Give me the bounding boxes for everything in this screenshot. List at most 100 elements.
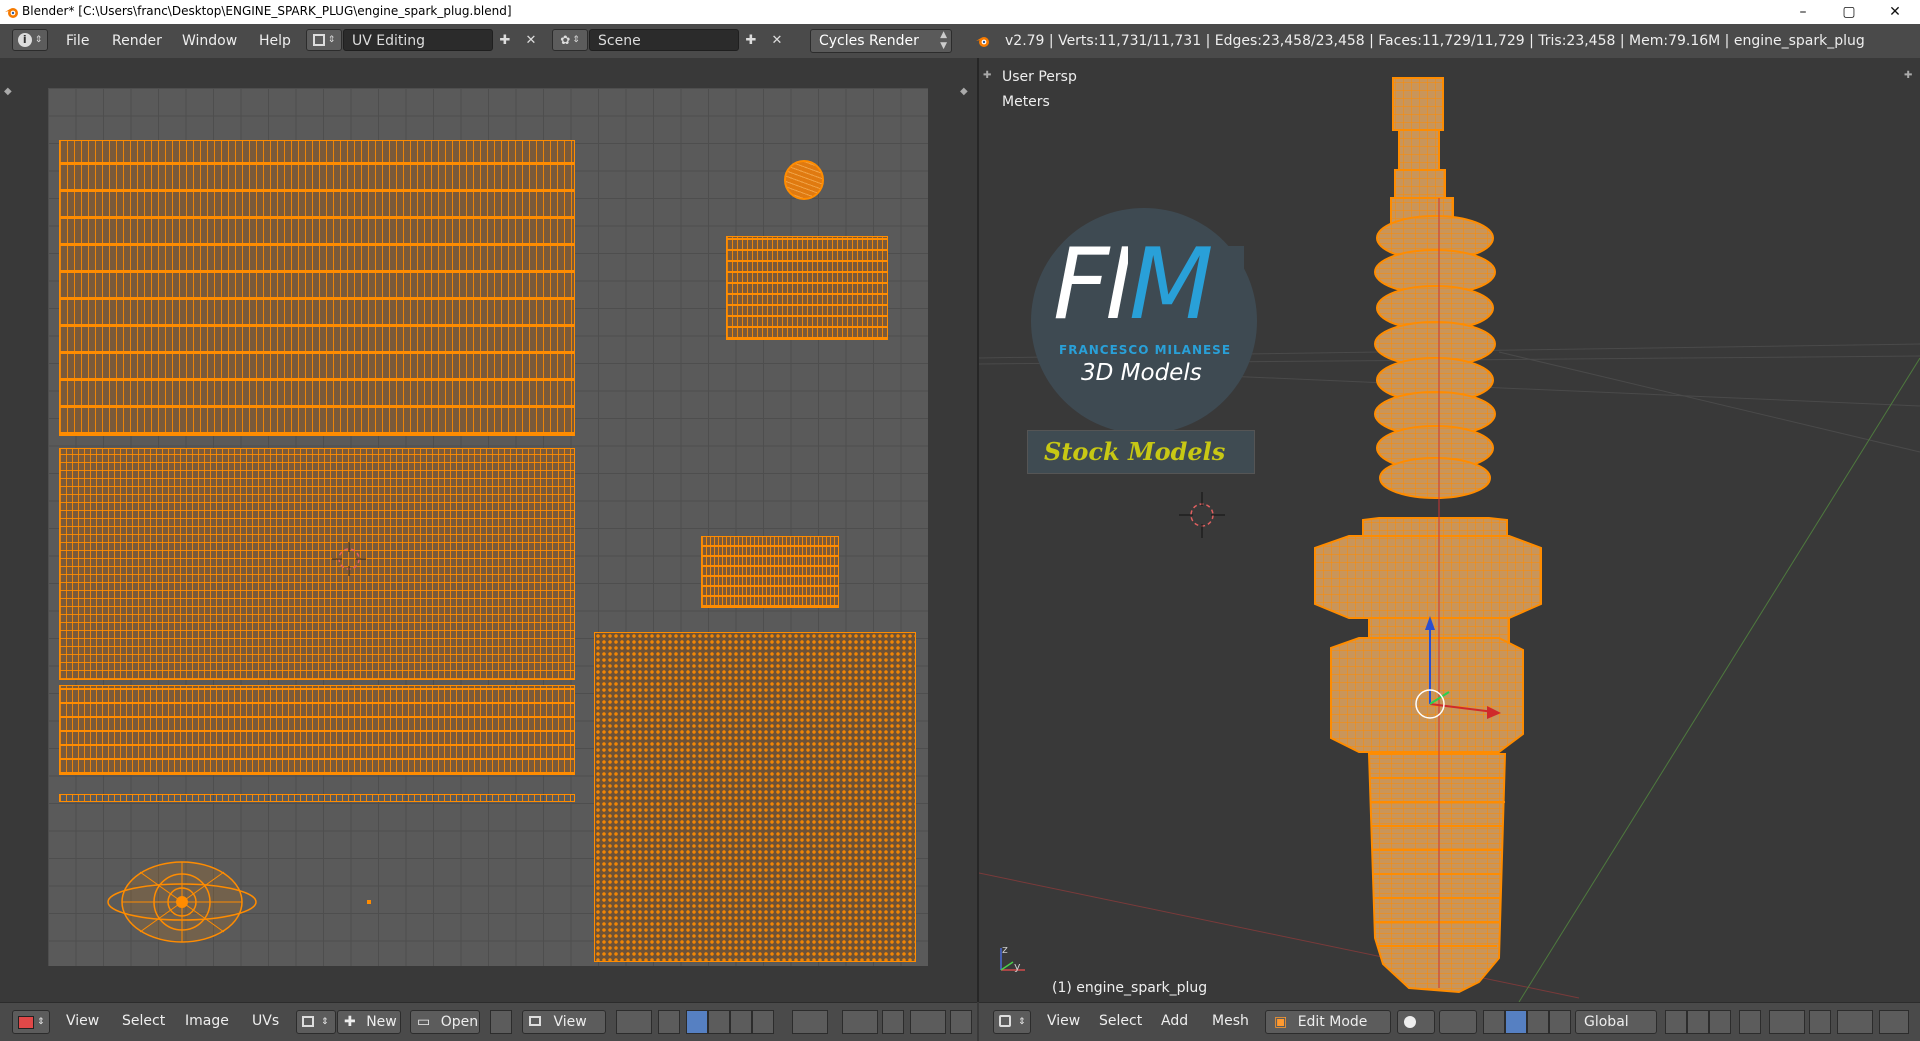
uv-island-strips (59, 140, 575, 436)
translate-manipulator-icon[interactable] (1505, 1010, 1527, 1034)
sticky-select-dropdown[interactable] (792, 1010, 828, 1034)
edge-select-icon[interactable] (708, 1010, 730, 1034)
solid-shading-icon (1404, 1016, 1416, 1028)
watermark-subtitle: 3D Models (1081, 360, 1202, 386)
menu-file[interactable]: File (66, 30, 89, 52)
uv-island-strips-lower (59, 685, 575, 775)
window-titlebar: Blender* [C:\Users\franc\Desktop\ENGINE_… (0, 0, 1920, 24)
active-object-label: (1) engine_spark_plug (1052, 980, 1208, 996)
editor-type-info-button[interactable]: i ⇕ (12, 29, 48, 51)
pivot-point-dropdown[interactable] (1439, 1010, 1477, 1034)
snap-toggle-icon[interactable] (1809, 1010, 1831, 1034)
blender-logo-icon (5, 8, 18, 18)
region-expand-icon[interactable]: ◆ (4, 86, 12, 97)
uv-island-sphere (784, 160, 824, 200)
3d-menu-select[interactable]: Select (1099, 1013, 1142, 1029)
occlude-geometry-icon[interactable] (1739, 1010, 1761, 1034)
uv-menu-view[interactable]: View (66, 1013, 99, 1029)
render-engine-dropdown[interactable]: Cycles Render ▲ ▼ (810, 29, 952, 53)
open-image-label: Open (440, 1014, 479, 1030)
new-image-label: New (366, 1014, 397, 1030)
mode-label: Edit Mode (1297, 1014, 1368, 1030)
layout-grid-icon (312, 34, 325, 46)
uv-grid-canvas[interactable] (48, 88, 928, 966)
scale-manipulator-icon[interactable] (1549, 1010, 1571, 1034)
3d-menu-mesh[interactable]: Mesh (1212, 1013, 1249, 1029)
face-select-mode-icon[interactable] (1709, 1010, 1731, 1034)
rotate-manipulator-icon[interactable] (1527, 1010, 1549, 1034)
edit-mode-icon: ▣ (1274, 1014, 1288, 1030)
view-mode-label: View (553, 1014, 587, 1030)
editor-type-button[interactable]: ⇕ (993, 1010, 1031, 1034)
uv-image-editor[interactable]: ◆ ◆ (0, 58, 977, 1002)
uv-island-bottom-right (594, 632, 916, 962)
scene-icon: ✿ (560, 33, 571, 47)
screen-layout-field[interactable]: UV Editing (343, 29, 493, 51)
3d-menu-view[interactable]: View (1047, 1013, 1080, 1029)
remove-layout-icon[interactable]: ✕ (520, 29, 542, 51)
region-expand-icon[interactable]: ◆ (960, 86, 968, 97)
snap-element-dropdown[interactable] (910, 1010, 946, 1034)
image-editor-icon (18, 1016, 34, 1029)
vertex-select-icon[interactable] (686, 1010, 708, 1034)
menu-window[interactable]: Window (182, 30, 237, 52)
info-header: i ⇕ File Render Window Help ⇕ UV Editing… (0, 24, 1920, 59)
snap-element-dropdown[interactable] (1837, 1010, 1873, 1034)
spark-plug-mesh[interactable] (1259, 58, 1779, 1002)
updown-arrows-icon: ⇕ (321, 1017, 329, 1027)
3d-viewport[interactable]: ✚ ✚ User Persp Meters FM M FRANCESCO MIL… (979, 58, 1920, 1002)
sync-selection-icon[interactable] (658, 1010, 680, 1034)
screen-layout-browse-button[interactable]: ⇕ (306, 29, 342, 51)
view-mode-dropdown[interactable]: View (522, 1010, 606, 1034)
editor-type-button[interactable]: ⇕ (12, 1010, 50, 1034)
updown-arrows-icon: ⇕ (37, 1017, 45, 1027)
orientation-dropdown[interactable]: Global (1575, 1010, 1657, 1034)
pivot-dropdown[interactable] (616, 1010, 652, 1034)
island-select-icon[interactable] (752, 1010, 774, 1034)
menu-help[interactable]: Help (259, 30, 291, 52)
viewport-shading-dropdown[interactable] (1397, 1010, 1435, 1034)
uv-island-top-right (726, 236, 888, 340)
3d-menu-add[interactable]: Add (1161, 1013, 1188, 1029)
vertex-select-mode-icon[interactable] (1665, 1010, 1687, 1034)
image-browse-button[interactable]: ⇕ (296, 1010, 336, 1034)
edge-select-mode-icon[interactable] (1687, 1010, 1709, 1034)
view-icon (529, 1016, 541, 1026)
proportional-edit-dropdown[interactable] (842, 1010, 878, 1034)
maximize-button[interactable]: ▢ (1826, 0, 1872, 24)
watermark-tag: Stock Models (1044, 437, 1226, 466)
updown-arrows-icon: ⇕ (1018, 1017, 1026, 1027)
uv-island-thin-strip (59, 794, 575, 802)
updown-arrows-icon: ⇕ (572, 35, 580, 45)
pin-image-icon[interactable] (490, 1010, 512, 1034)
image-icon (302, 1016, 314, 1027)
watermark-author: FRANCESCO MILANESE (1059, 343, 1232, 357)
open-image-button[interactable]: ▭ Open (410, 1010, 480, 1034)
orientation-label: Global (1584, 1014, 1629, 1030)
add-layout-icon[interactable]: ✚ (494, 29, 516, 51)
scene-browse-button[interactable]: ✿ ⇕ (552, 29, 588, 51)
remove-scene-icon[interactable]: ✕ (766, 29, 788, 51)
folder-icon: ▭ (417, 1014, 431, 1030)
scene-field[interactable]: Scene (589, 29, 739, 51)
uv-menu-uvs[interactable]: UVs (252, 1013, 279, 1029)
face-select-icon[interactable] (730, 1010, 752, 1034)
mode-dropdown[interactable]: ▣ Edit Mode (1265, 1010, 1391, 1034)
add-scene-icon[interactable]: ✚ (740, 29, 762, 51)
window-title: Blender* [C:\Users\franc\Desktop\ENGINE_… (22, 4, 512, 18)
render-preview-icon[interactable] (1879, 1010, 1909, 1034)
minimize-button[interactable]: – (1780, 0, 1826, 24)
close-button[interactable]: ✕ (1872, 0, 1918, 24)
menu-render[interactable]: Render (112, 30, 162, 52)
watermark-stock-box: Stock Models (1027, 430, 1255, 474)
render-slot-icon[interactable] (950, 1010, 972, 1034)
new-image-button[interactable]: ✚ New (337, 1010, 401, 1034)
snap-toggle-icon[interactable] (882, 1010, 904, 1034)
info-icon: i (17, 33, 32, 47)
uv-menu-select[interactable]: Select (122, 1013, 165, 1029)
uv-menu-image[interactable]: Image (185, 1013, 229, 1029)
3d-cursor-icon (1179, 492, 1225, 538)
manipulator-toggle-icon[interactable] (1483, 1010, 1505, 1034)
updown-arrows-icon: ▲ ▼ (940, 30, 947, 51)
proportional-edit-dropdown[interactable] (1769, 1010, 1805, 1034)
